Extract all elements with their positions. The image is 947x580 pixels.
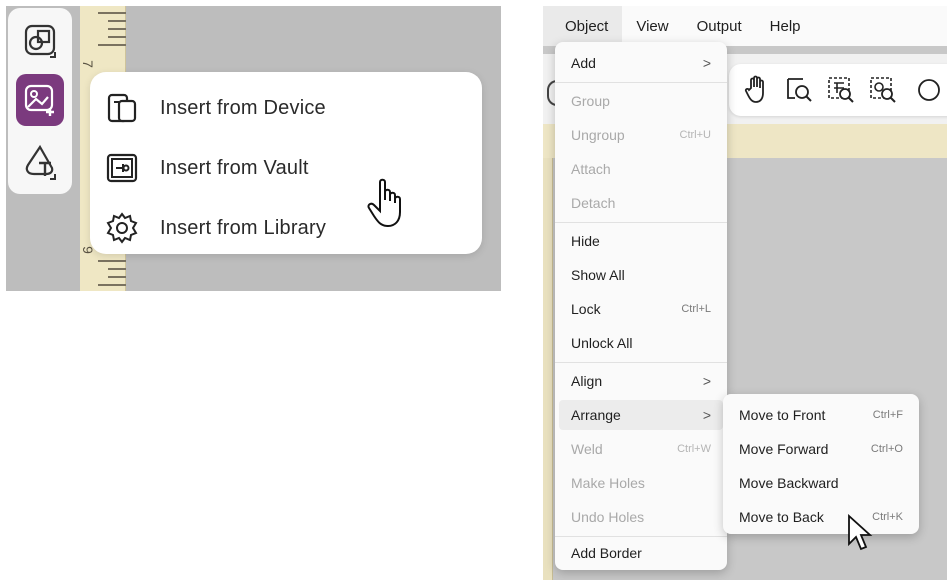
menu-item-label: Unlock All bbox=[571, 335, 633, 351]
insert-menu: Insert from Device Insert from Vault Ins… bbox=[90, 72, 482, 254]
menu-item-add-border[interactable]: Add Border bbox=[559, 538, 723, 568]
separator bbox=[555, 82, 727, 83]
shortcut-label: Ctrl+K bbox=[872, 511, 903, 523]
menu-item-arrange[interactable]: Arrange > bbox=[559, 400, 723, 430]
menu-item-make-holes: Make Holes bbox=[559, 468, 723, 498]
hand-icon bbox=[744, 75, 764, 103]
vault-icon bbox=[104, 150, 140, 186]
device-icon bbox=[104, 90, 140, 126]
ruler-number: 7 bbox=[79, 60, 96, 68]
menu-item-undo-holes: Undo Holes bbox=[559, 502, 723, 532]
menu-item-label: Weld bbox=[571, 441, 603, 457]
menu-item-label: Hide bbox=[571, 233, 600, 249]
menu-item-detach: Detach bbox=[559, 188, 723, 218]
insert-from-vault-item[interactable]: Insert from Vault bbox=[104, 146, 464, 190]
menu-item-label: Group bbox=[571, 93, 610, 109]
insert-image-tool-button[interactable] bbox=[16, 74, 64, 126]
menu-item-label: Undo Holes bbox=[571, 509, 645, 525]
insert-from-device-item[interactable]: Insert from Device bbox=[104, 86, 464, 130]
menu-item-label: Show All bbox=[571, 267, 625, 283]
object-menu-screenshot: Object View Output Help Add > Group Ungr… bbox=[543, 6, 947, 580]
gear-icon bbox=[104, 210, 140, 246]
menu-item-align[interactable]: Align > bbox=[559, 366, 723, 396]
menu-view[interactable]: View bbox=[622, 6, 682, 46]
menu-bar: Object View Output Help bbox=[543, 6, 947, 46]
pan-button[interactable] bbox=[741, 74, 773, 106]
menu-item-label: Arrange bbox=[571, 407, 621, 423]
menu-item-label: Attach bbox=[571, 161, 611, 177]
insert-from-library-item[interactable]: Insert from Library bbox=[104, 206, 464, 250]
zoom-icon bbox=[918, 79, 940, 101]
menu-item-label: Move to Front bbox=[739, 407, 826, 423]
arrow-cursor-icon bbox=[848, 514, 873, 551]
menu-output[interactable]: Output bbox=[683, 6, 756, 46]
insert-from-device-label: Insert from Device bbox=[160, 96, 326, 119]
menu-item-hide[interactable]: Hide bbox=[559, 226, 723, 256]
menu-item-move-to-back[interactable]: Move to Back Ctrl+K bbox=[727, 502, 915, 532]
vertical-ruler bbox=[543, 158, 553, 580]
menu-item-move-to-front[interactable]: Move to Front Ctrl+F bbox=[727, 400, 915, 430]
menu-item-attach: Attach bbox=[559, 154, 723, 184]
zoom-selection-icon bbox=[828, 77, 854, 103]
chevron-right-icon: > bbox=[702, 407, 711, 423]
insert-panel-screenshot: 7 9 Insert from Device Insert from Vault… bbox=[6, 6, 501, 291]
menu-help[interactable]: Help bbox=[756, 6, 815, 46]
shapes-icon bbox=[24, 24, 56, 58]
shortcut-label: Ctrl+U bbox=[679, 129, 711, 141]
menu-item-label: Make Holes bbox=[571, 475, 645, 491]
zoom-object-button[interactable] bbox=[867, 74, 899, 106]
shapes-tool-button[interactable] bbox=[16, 14, 64, 66]
chevron-right-icon: > bbox=[702, 373, 711, 389]
menu-item-label: Align bbox=[571, 373, 603, 389]
separator bbox=[555, 222, 727, 223]
insert-from-library-label: Insert from Library bbox=[160, 216, 327, 239]
menu-item-add[interactable]: Add > bbox=[559, 48, 723, 78]
text-shape-icon bbox=[25, 144, 56, 180]
zoom-page-button[interactable] bbox=[783, 74, 815, 106]
shortcut-label: Ctrl+O bbox=[870, 443, 903, 455]
insert-image-icon bbox=[24, 84, 54, 116]
zoom-selection-button[interactable] bbox=[825, 74, 857, 106]
shortcut-label: Ctrl+W bbox=[677, 443, 711, 455]
zoom-object-icon bbox=[870, 77, 896, 103]
menu-item-label: Detach bbox=[571, 195, 616, 211]
object-dropdown-menu: Add > Group Ungroup Ctrl+U Attach Detach… bbox=[555, 42, 727, 570]
separator bbox=[555, 362, 727, 363]
zoom-page-icon bbox=[787, 78, 812, 102]
menu-item-label: Add Border bbox=[571, 545, 642, 561]
menu-item-weld: Weld Ctrl+W bbox=[559, 434, 723, 464]
arrange-submenu: Move to Front Ctrl+F Move Forward Ctrl+O… bbox=[723, 394, 919, 534]
menu-item-label: Move to Back bbox=[739, 509, 824, 525]
side-toolbar bbox=[8, 8, 72, 194]
menu-item-label: Move Forward bbox=[739, 441, 829, 457]
insert-from-vault-label: Insert from Vault bbox=[160, 156, 309, 179]
shortcut-label: Ctrl+L bbox=[681, 303, 711, 315]
menu-item-move-forward[interactable]: Move Forward Ctrl+O bbox=[727, 434, 915, 464]
separator bbox=[555, 536, 727, 537]
hand-cursor-icon bbox=[367, 178, 401, 228]
menu-item-ungroup: Ungroup Ctrl+U bbox=[559, 120, 723, 150]
menu-item-label: Ungroup bbox=[571, 127, 625, 143]
text-shape-tool-button[interactable] bbox=[16, 136, 64, 188]
view-tools-group bbox=[729, 64, 947, 116]
shortcut-label: Ctrl+F bbox=[872, 409, 903, 421]
menu-item-label: Lock bbox=[571, 301, 601, 317]
menu-item-show-all[interactable]: Show All bbox=[559, 260, 723, 290]
menu-item-group: Group bbox=[559, 86, 723, 116]
chevron-right-icon: > bbox=[702, 55, 711, 71]
menu-item-label: Add bbox=[571, 55, 596, 71]
menu-item-move-backward[interactable]: Move Backward bbox=[727, 468, 915, 498]
more-tools-button[interactable] bbox=[915, 74, 947, 106]
menu-item-lock[interactable]: Lock Ctrl+L bbox=[559, 294, 723, 324]
menu-item-label: Move Backward bbox=[739, 475, 839, 491]
menu-object[interactable]: Object bbox=[543, 6, 623, 46]
menu-item-unlock-all[interactable]: Unlock All bbox=[559, 328, 723, 358]
